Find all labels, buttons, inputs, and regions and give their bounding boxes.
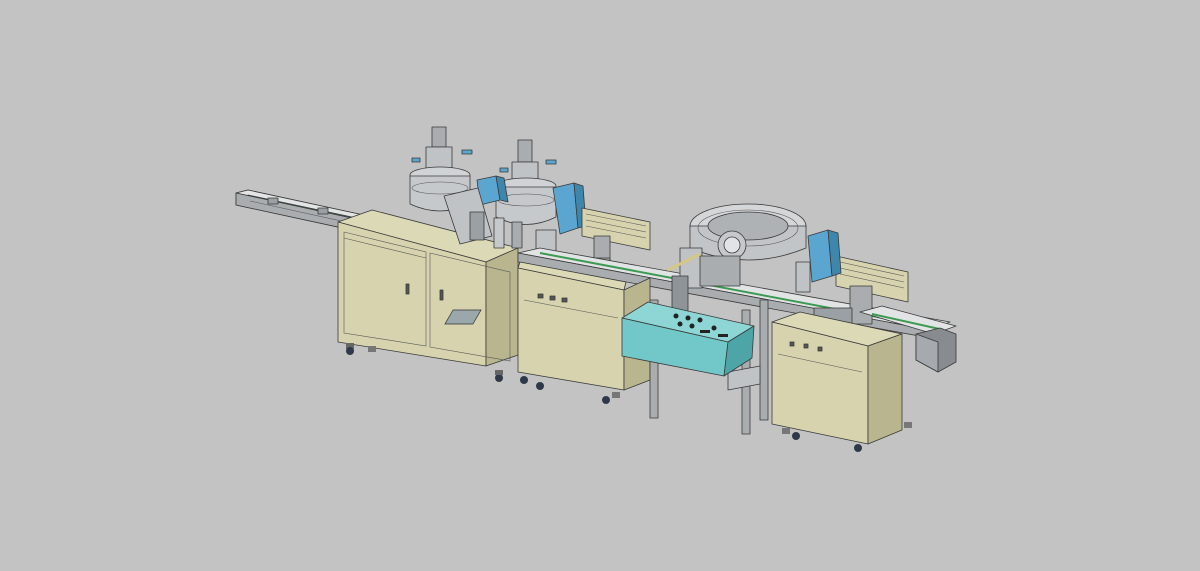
caster-wheel-icon: [346, 343, 354, 355]
assembly-line-drawing: [235, 126, 957, 452]
right-cabinet-station: [771, 311, 912, 452]
blue-actuator-unit-2: [552, 182, 587, 235]
cad-viewport: [0, 0, 1200, 571]
caster-wheel-icon: [495, 370, 503, 382]
caster-wheel-icon: [520, 376, 528, 384]
leveling-foot-icon: [368, 346, 376, 352]
caster-wheel-icon: [536, 382, 544, 390]
blue-actuator-unit-3: [807, 229, 842, 283]
caster-wheel-icon: [602, 396, 610, 404]
caster-wheel-icon: [792, 432, 800, 440]
door-handle-icon[interactable]: [405, 283, 410, 295]
caster-wheel-icon: [854, 444, 862, 452]
door-handle-icon[interactable]: [439, 289, 444, 301]
